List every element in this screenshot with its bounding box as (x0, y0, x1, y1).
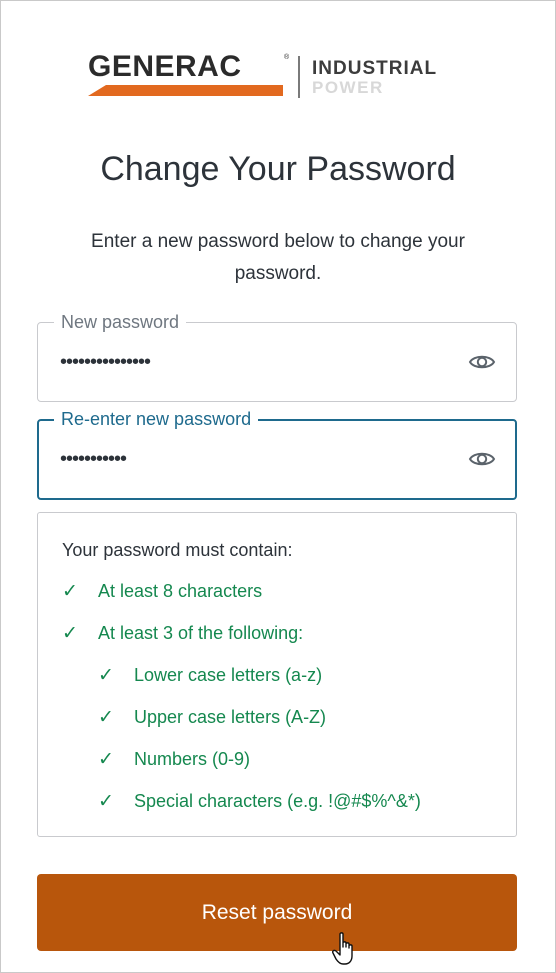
requirement-text: Numbers (0-9) (134, 749, 251, 769)
logo-power: POWER (312, 78, 384, 97)
confirm-password-field[interactable]: Re-enter new password ••••••••••• (37, 408, 517, 500)
new-password-input[interactable]: ••••••••••••••• (60, 351, 151, 373)
eye-icon[interactable] (468, 350, 496, 374)
logo-wordmark: GENERAC (88, 50, 242, 83)
checkmark-icon: ✓ (98, 665, 114, 686)
new-password-field[interactable]: New password ••••••••••••••• (37, 311, 517, 402)
eye-icon[interactable] (468, 447, 496, 471)
requirements-heading: Your password must contain: (62, 540, 293, 560)
generac-logo: GENERAC ® INDUSTRIAL POWER (88, 52, 480, 100)
confirm-password-label: Re-enter new password (54, 408, 259, 430)
new-password-label: New password (54, 311, 187, 333)
checkmark-icon: ✓ (98, 749, 114, 770)
requirement-item: ✓ Lower case letters (a-z) (98, 664, 322, 687)
checkmark-icon: ✓ (62, 623, 78, 644)
hand-cursor-icon (332, 932, 353, 965)
logo-swoosh-icon (88, 85, 283, 96)
page-title: Change Your Password (100, 150, 456, 188)
logo-registered-mark: ® (284, 54, 290, 61)
logo-divider (298, 56, 300, 98)
requirement-text: Upper case letters (A-Z) (134, 707, 327, 727)
reset-password-button[interactable]: Reset password (37, 874, 517, 951)
requirement-text: Lower case letters (a-z) (134, 665, 323, 685)
requirement-item: ✓ Numbers (0-9) (98, 748, 250, 771)
checkmark-icon: ✓ (62, 581, 78, 602)
page-description: Enter a new password below to change you… (91, 231, 465, 284)
logo-industrial: INDUSTRIAL (312, 58, 438, 79)
checkmark-icon: ✓ (98, 707, 114, 728)
requirement-text: At least 3 of the following: (98, 623, 304, 643)
requirement-item: ✓ At least 8 characters (62, 580, 262, 603)
requirement-item: ✓ At least 3 of the following: (62, 622, 303, 645)
requirement-text: Special characters (e.g. !@#$%^&*) (134, 791, 421, 811)
requirement-item: ✓ Upper case letters (A-Z) (98, 706, 326, 729)
requirement-item: ✓ Special characters (e.g. !@#$%^&*) (98, 790, 421, 813)
requirement-text: At least 8 characters (98, 581, 263, 601)
password-requirements: Your password must contain: ✓ At least 8 … (37, 512, 517, 837)
checkmark-icon: ✓ (98, 791, 114, 812)
confirm-password-input[interactable]: ••••••••••• (60, 448, 127, 470)
